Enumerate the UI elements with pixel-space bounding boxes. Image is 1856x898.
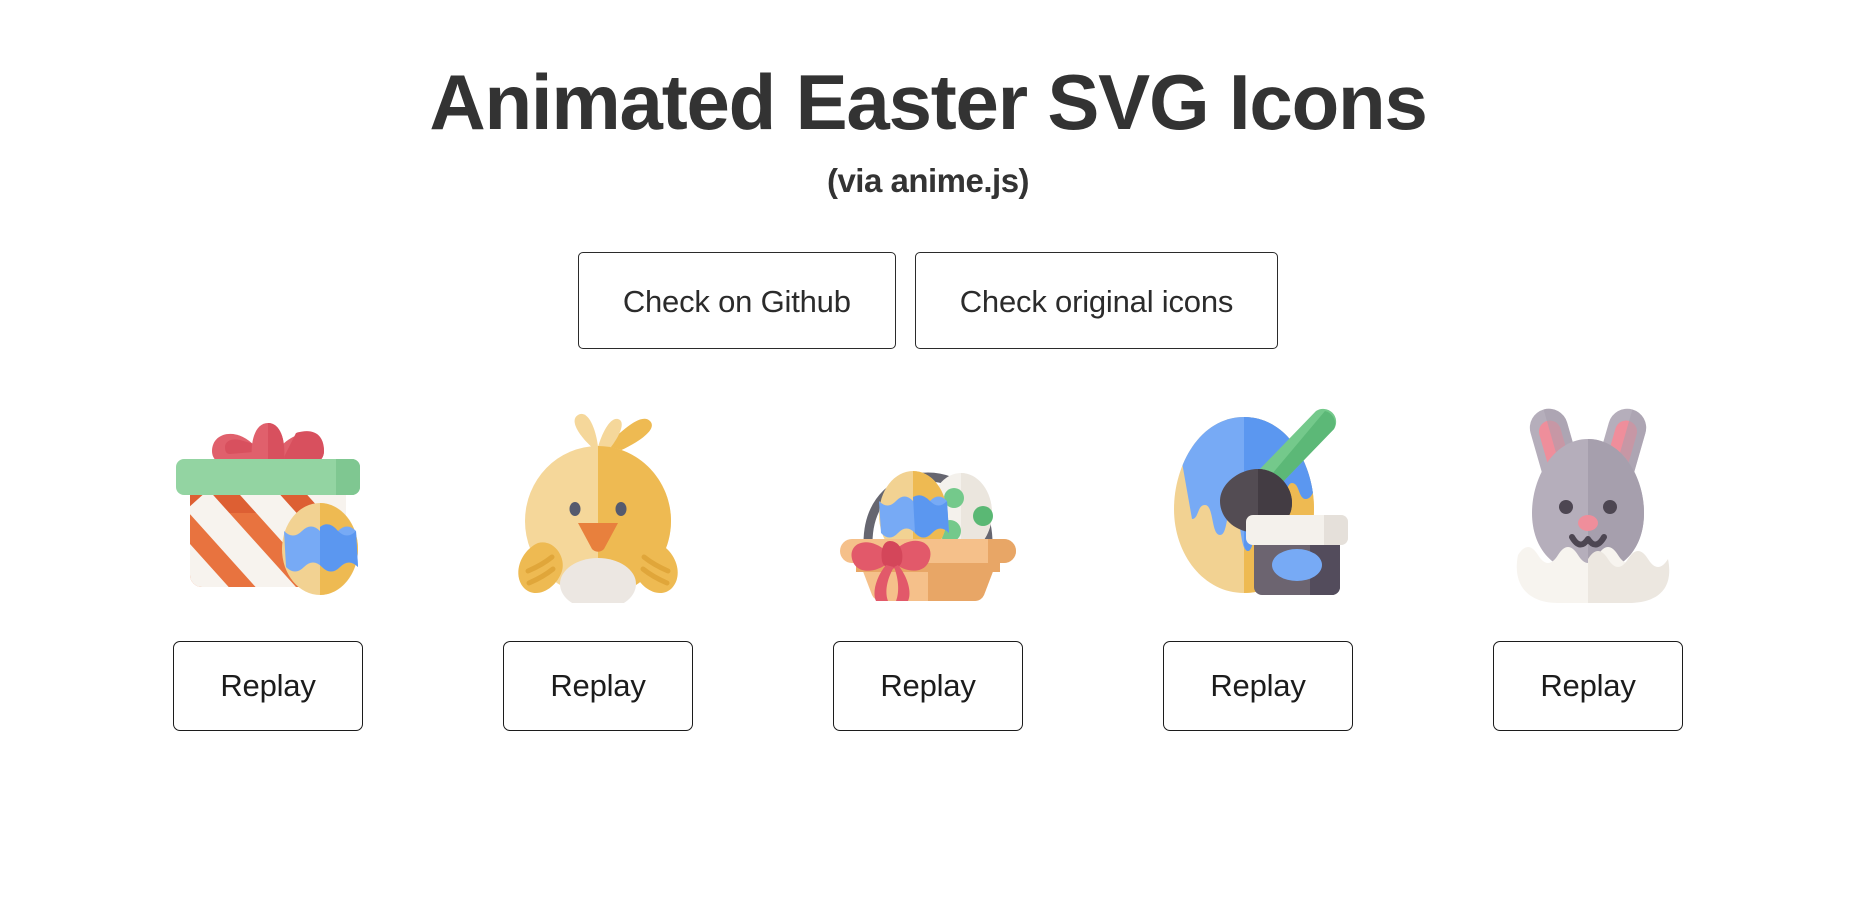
icon-cell-bunny: Replay xyxy=(1493,401,1683,731)
replay-button-bunny[interactable]: Replay xyxy=(1493,640,1683,731)
replay-button-painted-egg[interactable]: Replay xyxy=(1163,640,1353,731)
painted-egg-icon xyxy=(1158,401,1358,606)
bunny-in-egg-icon xyxy=(1488,401,1688,606)
external-links-row: Check on Github Check original icons xyxy=(577,251,1279,349)
page-subtitle: (via anime.js) xyxy=(826,161,1030,199)
replay-button-gift-box[interactable]: Replay xyxy=(173,640,363,731)
icon-cell-gift-box: Replay xyxy=(173,401,363,731)
easter-basket-icon xyxy=(828,401,1028,606)
page-root: Animated Easter SVG Icons (via anime.js)… xyxy=(0,0,1856,898)
chick-icon xyxy=(498,401,698,606)
check-on-github-button[interactable]: Check on Github xyxy=(577,251,896,349)
icon-cell-chick: Replay xyxy=(503,401,693,731)
gift-box-icon xyxy=(168,401,368,606)
replay-button-basket[interactable]: Replay xyxy=(833,640,1023,731)
check-original-icons-button[interactable]: Check original icons xyxy=(914,251,1279,349)
replay-button-chick[interactable]: Replay xyxy=(503,640,693,731)
icon-cell-basket: Replay xyxy=(833,401,1023,731)
page-title: Animated Easter SVG Icons xyxy=(429,58,1428,146)
icon-cell-painted-egg: Replay xyxy=(1163,401,1353,731)
icons-row: Replay Replay Replay Replay Replay xyxy=(173,401,1683,731)
